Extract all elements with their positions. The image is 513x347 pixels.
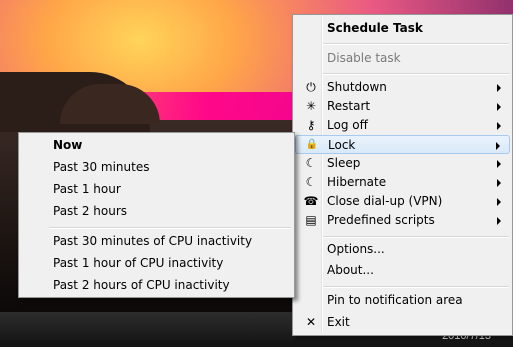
submenu-arrow-icon	[497, 198, 501, 206]
phone-icon: ☎	[303, 194, 319, 208]
submenu-item-cpu-2-hours[interactable]: Past 2 hours of CPU inactivity	[21, 276, 292, 295]
menu-item-label: Exit	[327, 315, 350, 329]
power-icon: ⏻	[306, 80, 316, 94]
menu-item-close-dialup[interactable]: ☎ Close dial-up (VPN)	[295, 192, 510, 211]
submenu-item-past-30-minutes[interactable]: Past 30 minutes	[21, 158, 292, 177]
menu-item-label: Lock	[328, 138, 356, 152]
menu-item-label: Sleep	[327, 156, 361, 170]
lock-submenu: Now Past 30 minutes Past 1 hour Past 2 h…	[18, 132, 295, 298]
submenu-arrow-icon	[497, 179, 501, 187]
submenu-arrow-icon	[496, 142, 500, 150]
submenu-arrow-icon	[497, 217, 501, 225]
menu-separator	[49, 227, 291, 229]
menu-item-sleep[interactable]: ☾ Sleep	[295, 154, 510, 173]
menu-item-restart[interactable]: ✳ Restart	[295, 97, 510, 116]
menu-item-label: Restart	[327, 99, 371, 113]
menu-item-options[interactable]: Options...	[295, 240, 510, 259]
lock-icon: 🔒	[305, 139, 319, 150]
menu-item-label: Log off	[327, 118, 368, 132]
restart-icon: ✳	[305, 99, 317, 113]
menu-item-lock[interactable]: 🔒 Lock	[295, 135, 510, 154]
submenu-arrow-icon	[497, 122, 501, 130]
moon-icon: ☾	[305, 156, 317, 170]
menu-item-pin[interactable]: Pin to notification area	[295, 291, 510, 310]
menu-separator	[323, 236, 509, 238]
submenu-arrow-icon	[497, 84, 501, 92]
moon-icon: ☾	[305, 175, 317, 189]
key-icon: ⚷	[306, 118, 316, 132]
menu-item-schedule-task[interactable]: Schedule Task	[295, 19, 510, 38]
menu-item-label: Predefined scripts	[327, 213, 435, 227]
menu-item-log-off[interactable]: ⚷ Log off	[295, 116, 510, 135]
menu-item-exit[interactable]: ✕ Exit	[295, 313, 510, 332]
menu-item-label: Close dial-up (VPN)	[327, 194, 443, 208]
menu-separator	[323, 43, 509, 45]
menu-item-label: Shutdown	[327, 80, 387, 94]
submenu-item-past-1-hour[interactable]: Past 1 hour	[21, 180, 292, 199]
menu-item-label: Hibernate	[327, 175, 387, 189]
context-menu: Schedule Task Disable task ⏻ Shutdown ✳ …	[292, 14, 513, 336]
menu-item-hibernate[interactable]: ☾ Hibernate	[295, 173, 510, 192]
submenu-arrow-icon	[497, 103, 501, 111]
submenu-item-cpu-1-hour[interactable]: Past 1 hour of CPU inactivity	[21, 254, 292, 273]
submenu-item-now[interactable]: Now	[21, 136, 292, 155]
submenu-item-past-2-hours[interactable]: Past 2 hours	[21, 202, 292, 221]
script-icon: ▤	[305, 213, 317, 227]
submenu-arrow-icon	[497, 160, 501, 168]
submenu-item-cpu-30-minutes[interactable]: Past 30 minutes of CPU inactivity	[21, 232, 292, 251]
menu-item-predefined-scripts[interactable]: ▤ Predefined scripts	[295, 211, 510, 230]
menu-item-shutdown[interactable]: ⏻ Shutdown	[295, 78, 510, 97]
menu-item-disable-task[interactable]: Disable task	[295, 49, 510, 68]
close-icon: ✕	[305, 315, 317, 329]
menu-separator	[323, 73, 509, 75]
menu-separator	[323, 286, 509, 288]
menu-item-about[interactable]: About...	[295, 261, 510, 280]
